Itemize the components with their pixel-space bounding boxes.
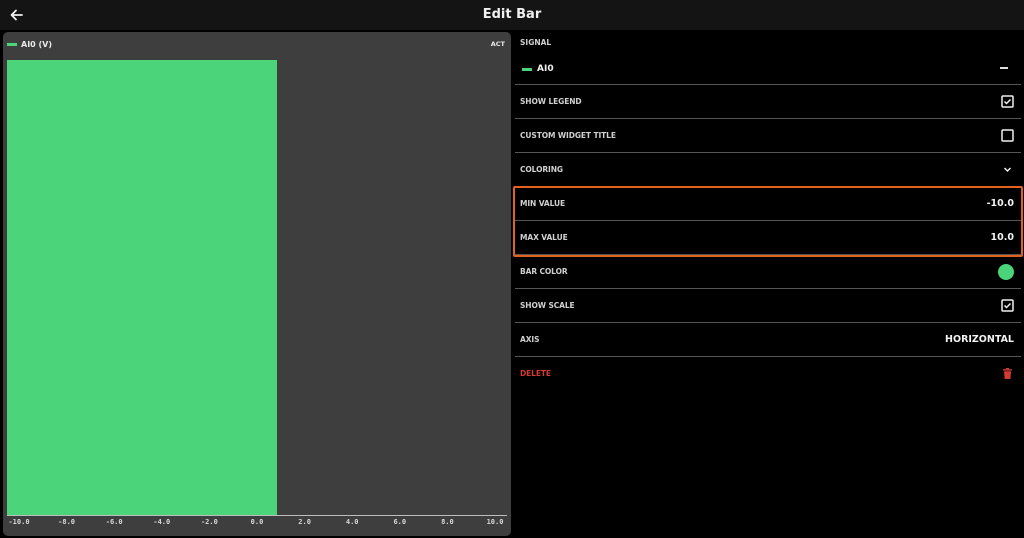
tick-label: -2.0 [200,518,218,526]
bar-color-label: BAR COLOR [520,267,568,276]
tick-label: -8.0 [58,518,76,526]
trash-icon[interactable] [1001,367,1014,380]
signal-item: AI0 [522,63,554,75]
delete-row[interactable]: DELETE [515,357,1021,391]
tick-label: 6.0 [393,518,407,526]
top-bar: Edit Bar [0,0,1024,30]
bar-color-swatch[interactable] [998,264,1014,280]
show-legend-row[interactable]: SHOW LEGEND [515,85,1021,119]
page-title: Edit Bar [482,7,542,22]
tick-label: -4.0 [153,518,171,526]
max-value-row[interactable]: MAX VALUE 10.0 [515,221,1021,255]
min-value-row[interactable]: MIN VALUE -10.0 [515,187,1021,221]
max-value-input[interactable]: 10.0 [991,221,1014,254]
widget-legend: AI0 (V) [7,38,52,50]
signal-color-swatch [522,67,532,71]
bar-widget-preview: AI0 (V) ACT -10.0 -8.0 -6.0 -4.0 -2.0 0.0 2.0 4… [3,32,511,536]
tick-label: 10.0 [486,518,504,526]
signal-name: AI0 [537,64,554,74]
checkbox-unchecked-icon[interactable] [1001,129,1014,142]
tick-label: 2.0 [298,518,311,526]
coloring-label: COLORING [520,165,563,174]
axis-value[interactable]: HORIZONTAL [945,323,1014,356]
bar-color-row[interactable]: BAR COLOR [515,255,1021,289]
show-scale-row[interactable]: SHOW SCALE [515,289,1021,323]
custom-widget-title-label: CUSTOM WIDGET TITLE [520,131,616,140]
show-scale-label: SHOW SCALE [520,301,575,310]
tick-label: -10.0 [8,518,30,526]
legend-label: AI0 (V) [21,39,53,49]
min-value-label: MIN VALUE [520,199,566,208]
act-label: ACT [490,40,505,48]
chevron-down-icon[interactable] [1001,163,1014,176]
delete-label[interactable]: DELETE [520,357,551,390]
bar-plot-area [7,60,507,515]
checkbox-checked-icon[interactable] [1001,299,1014,312]
settings-panel: SIGNAL AI0 SHOW LEGEND CUSTOM WIDGET TIT… [513,30,1024,538]
scale-baseline [7,515,507,516]
axis-row[interactable]: AXIS HORIZONTAL [515,323,1021,357]
tick-label: -6.0 [105,518,123,526]
custom-widget-title-row[interactable]: CUSTOM WIDGET TITLE [515,119,1021,153]
min-value-input[interactable]: -10.0 [987,187,1014,220]
bar-fill [7,60,277,515]
arrow-left-icon [10,9,23,21]
checkbox-checked-icon[interactable] [1001,95,1014,108]
tick-label: 0.0 [250,518,264,526]
legend-swatch [7,42,17,46]
signal-section-header: SIGNAL [520,38,552,47]
max-value-label: MAX VALUE [520,233,568,242]
tick-label: 8.0 [441,518,454,526]
remove-signal-button[interactable] [998,60,1012,74]
coloring-row[interactable]: COLORING [515,153,1021,187]
axis-label: AXIS [520,335,540,344]
scale-ticks: -10.0 -8.0 -6.0 -4.0 -2.0 0.0 2.0 4.0 6.0 8.0 10.0 [7,518,507,530]
back-button[interactable] [7,5,27,25]
show-legend-label: SHOW LEGEND [520,97,582,106]
tick-label: 4.0 [345,518,359,526]
